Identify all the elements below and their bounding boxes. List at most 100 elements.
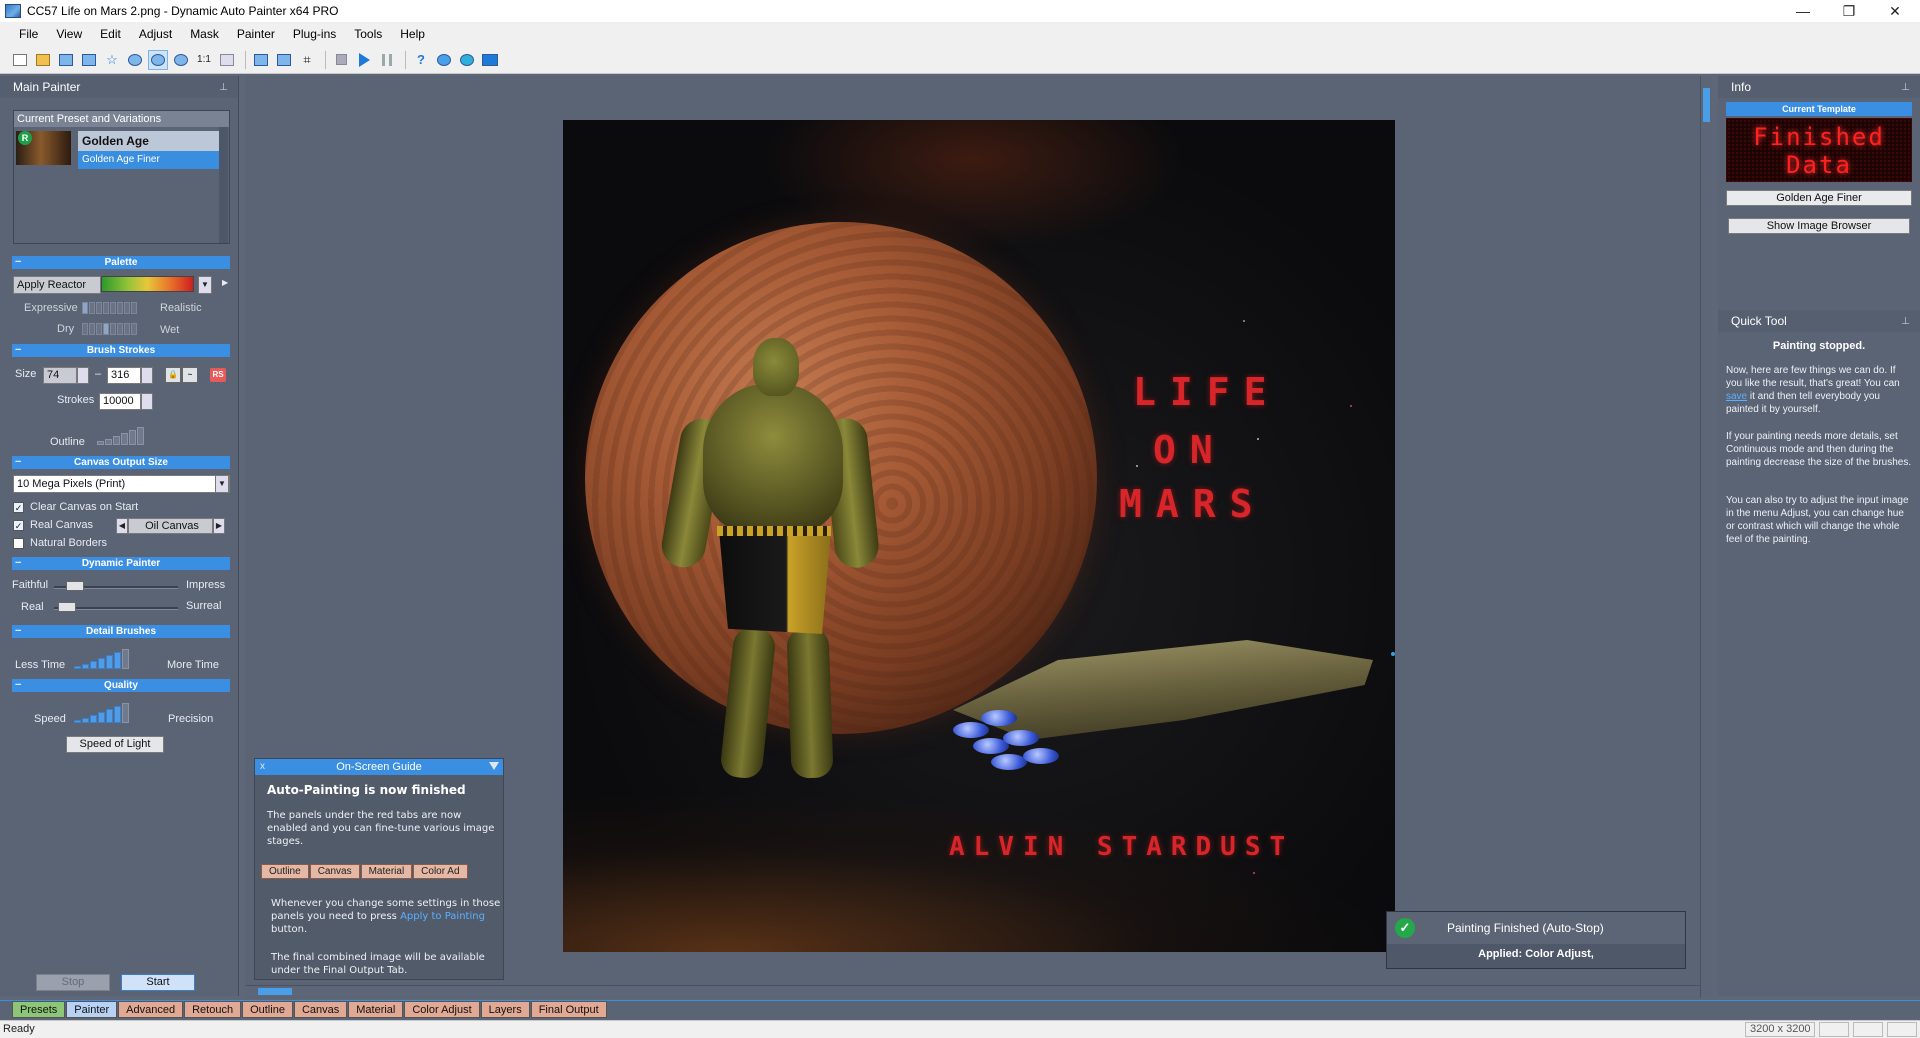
menu-mask[interactable]: Mask bbox=[181, 27, 228, 41]
vertical-scrollbar[interactable] bbox=[1700, 76, 1712, 998]
zoom-in-icon[interactable] bbox=[148, 49, 168, 70]
palette-gradient[interactable] bbox=[101, 276, 194, 292]
tab-final-output[interactable]: Final Output bbox=[530, 1001, 607, 1018]
pause-icon[interactable] bbox=[377, 50, 397, 70]
canvas-prev-button[interactable]: ◀ bbox=[116, 518, 128, 534]
crop-icon[interactable]: ⌗ bbox=[297, 50, 317, 70]
faithful-label: Faithful bbox=[12, 579, 49, 591]
menu-help[interactable]: Help bbox=[391, 27, 434, 41]
tab-outline[interactable]: Outline bbox=[242, 1001, 293, 1018]
strokes-field[interactable]: 10000 bbox=[99, 393, 141, 410]
pin-icon[interactable]: ⊥ bbox=[219, 82, 228, 93]
preset-scrollbar[interactable] bbox=[219, 127, 228, 243]
guide-collapse-icon[interactable] bbox=[489, 762, 499, 770]
save-as-icon[interactable] bbox=[79, 50, 99, 70]
tab-retouch[interactable]: Retouch bbox=[184, 1001, 242, 1018]
size-min-field[interactable]: 74 bbox=[43, 367, 77, 384]
brush-strokes-section[interactable]: − Brush Strokes bbox=[12, 344, 230, 357]
split-icon[interactable] bbox=[274, 50, 294, 70]
export-icon[interactable] bbox=[457, 50, 477, 70]
rs-button[interactable]: RS bbox=[210, 368, 226, 382]
outline-level-control[interactable] bbox=[97, 427, 144, 445]
maximize-button[interactable]: ❐ bbox=[1826, 0, 1872, 22]
menu-tools[interactable]: Tools bbox=[345, 27, 391, 41]
tab-material[interactable]: Material bbox=[348, 1001, 404, 1018]
strokes-spinner[interactable] bbox=[141, 393, 153, 410]
compare-icon[interactable] bbox=[251, 50, 271, 70]
show-image-browser-button[interactable]: Show Image Browser bbox=[1728, 218, 1910, 234]
save-link[interactable]: save bbox=[1726, 391, 1747, 402]
help-icon[interactable]: ? bbox=[411, 50, 431, 70]
minimize-button[interactable]: — bbox=[1780, 0, 1826, 22]
guide-close-button[interactable]: x bbox=[260, 759, 265, 775]
vertical-scroll-thumb[interactable] bbox=[1703, 88, 1710, 122]
size-label: Size bbox=[15, 368, 37, 380]
menu-painter[interactable]: Painter bbox=[228, 27, 284, 41]
size-max-field[interactable]: 316 bbox=[107, 367, 141, 384]
layers-icon[interactable] bbox=[434, 50, 454, 70]
speed-of-light-button[interactable]: Speed of Light bbox=[66, 736, 164, 753]
horizontal-scrollbar[interactable] bbox=[246, 985, 1700, 997]
actual-size-icon[interactable]: 1:1 bbox=[194, 50, 214, 70]
menu-edit[interactable]: Edit bbox=[91, 27, 130, 41]
zoom-out-icon[interactable] bbox=[171, 50, 191, 70]
horizontal-scroll-thumb[interactable] bbox=[258, 988, 292, 995]
pin-icon[interactable]: ⊥ bbox=[1901, 316, 1910, 327]
tab-painter[interactable]: Painter bbox=[66, 1001, 118, 1018]
preset-variation[interactable]: Golden Age Finer bbox=[78, 151, 220, 169]
new-icon[interactable] bbox=[10, 50, 30, 70]
menu-plugins[interactable]: Plug-ins bbox=[284, 27, 345, 41]
tab-color-adjust[interactable]: Color Adjust bbox=[404, 1001, 480, 1018]
real-surreal-thumb[interactable] bbox=[58, 602, 76, 612]
lock-icon[interactable]: 🔒 bbox=[165, 367, 181, 383]
close-button[interactable]: ✕ bbox=[1872, 0, 1918, 22]
open-icon[interactable] bbox=[33, 50, 53, 70]
palette-arrow-icon[interactable]: ▶ bbox=[222, 278, 228, 287]
stop-button[interactable]: Stop bbox=[36, 974, 110, 991]
canvas-next-button[interactable]: ▶ bbox=[213, 518, 225, 534]
save-icon[interactable] bbox=[56, 50, 76, 70]
pin-icon[interactable]: ⊥ bbox=[1901, 82, 1910, 93]
palette-section[interactable]: − Palette bbox=[12, 256, 230, 269]
menu-view[interactable]: View bbox=[47, 27, 91, 41]
stop-icon[interactable] bbox=[331, 50, 351, 70]
clear-canvas-checkbox[interactable]: ✓ bbox=[13, 502, 24, 513]
quality-section[interactable]: − Quality bbox=[12, 679, 230, 692]
size-min-spinner[interactable] bbox=[77, 367, 89, 384]
fit-icon[interactable] bbox=[125, 50, 145, 70]
size-max-spinner[interactable] bbox=[141, 367, 153, 384]
palette-dropdown[interactable]: ▼ bbox=[198, 276, 212, 294]
canvas-size-select[interactable]: 10 Mega Pixels (Print) bbox=[13, 475, 230, 493]
start-button[interactable]: Start bbox=[121, 974, 195, 991]
play-icon[interactable] bbox=[354, 50, 374, 70]
painting-canvas[interactable]: LIFE ON MARS ALVIN STARDUST bbox=[563, 120, 1395, 952]
dry-wet-slider[interactable] bbox=[82, 323, 137, 335]
guide-tab-strip: Outline Canvas Material Color Ad bbox=[261, 863, 501, 879]
star-icon[interactable]: ☆ bbox=[102, 50, 122, 70]
preset-name[interactable]: Golden Age bbox=[78, 131, 220, 151]
real-canvas-checkbox[interactable]: ✓ bbox=[13, 520, 24, 531]
menu-file[interactable]: File bbox=[10, 27, 47, 41]
dynamic-painter-section[interactable]: − Dynamic Painter bbox=[12, 557, 230, 570]
tab-layers[interactable]: Layers bbox=[480, 1001, 530, 1018]
expressive-realistic-slider[interactable] bbox=[82, 302, 137, 314]
tab-presets[interactable]: Presets bbox=[12, 1001, 66, 1018]
panel-header: Main Painter ⊥ bbox=[0, 76, 238, 98]
natural-borders-checkbox[interactable] bbox=[13, 538, 24, 549]
fullscreen-icon[interactable] bbox=[217, 50, 237, 70]
preset-thumbnail[interactable]: R bbox=[16, 131, 71, 165]
detail-brushes-section[interactable]: − Detail Brushes bbox=[12, 625, 230, 638]
tab-advanced[interactable]: Advanced bbox=[118, 1001, 184, 1018]
apply-to-painting-link[interactable]: Apply to Painting bbox=[400, 911, 485, 922]
detail-level-control[interactable] bbox=[74, 649, 129, 669]
status-cell bbox=[1819, 1022, 1849, 1037]
tab-canvas[interactable]: Canvas bbox=[293, 1001, 348, 1018]
frame-icon[interactable] bbox=[480, 50, 500, 70]
quality-level-control[interactable] bbox=[74, 703, 129, 723]
canvas-output-section[interactable]: − Canvas Output Size bbox=[12, 456, 230, 469]
menu-adjust[interactable]: Adjust bbox=[130, 27, 181, 41]
wave-icon[interactable]: ~ bbox=[182, 367, 198, 383]
canvas-size-dropdown-arrow[interactable]: ▼ bbox=[215, 475, 229, 493]
faithful-impress-thumb[interactable] bbox=[66, 581, 84, 591]
painting-finished-notification[interactable]: ✓ Painting Finished (Auto-Stop) Applied:… bbox=[1386, 911, 1686, 969]
